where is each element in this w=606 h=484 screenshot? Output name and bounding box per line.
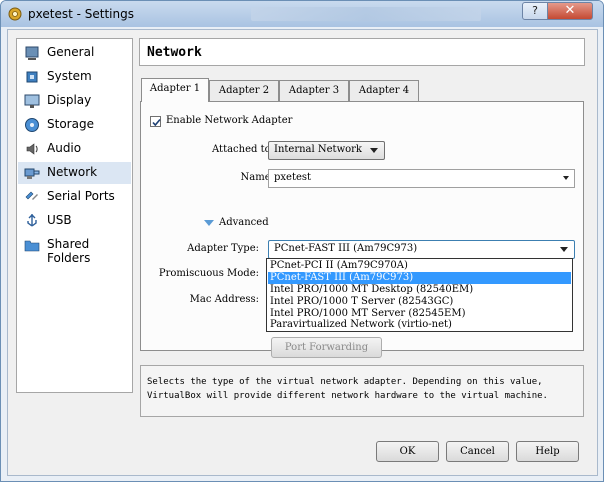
enable-adapter-label: Enable Network Adapter [166,115,293,126]
sidebar-item-storage[interactable]: Storage [18,114,131,136]
sidebar-item-label: General [47,45,95,59]
name-label: Name: [240,172,274,183]
attached-to-select[interactable]: Internal Network [268,141,385,160]
name-value: pxetest [274,172,312,183]
settings-window: pxetest - Settings ? ✕ General System Di… [0,0,604,482]
chevron-down-icon [370,148,378,153]
promiscuous-mode-label: Promiscuous Mode: [158,268,259,279]
network-page: Network Adapter 1 Adapter 2 Adapter 3 Ad… [139,38,586,462]
sidebar-item-label: Serial Ports [47,189,115,203]
general-icon [25,46,39,60]
dropdown-option[interactable]: Intel PRO/1000 MT Desktop (82540EM) [268,284,571,296]
help-title-button[interactable]: ? [522,2,548,20]
tab-adapter-2[interactable]: Adapter 2 [209,80,279,101]
attached-to-value: Internal Network [274,144,362,155]
advanced-expand-icon[interactable] [203,218,215,228]
advanced-toggle-label[interactable]: Advanced [219,217,269,228]
adapter-type-select[interactable]: PCnet-FAST III (Am79C973) [268,240,575,259]
storage-icon [25,118,39,132]
window-title: pxetest - Settings [28,7,134,21]
help-button[interactable]: Help [516,441,579,462]
description-box: Selects the type of the virtual network … [140,365,584,417]
sidebar-item-label: Display [47,93,92,107]
sidebar-item-general[interactable]: General [18,42,131,64]
serial-ports-icon [25,191,38,200]
sidebar-item-system[interactable]: System [18,66,131,88]
dropdown-option[interactable]: Intel PRO/1000 T Server (82543GC) [268,296,571,308]
page-title-box: Network [139,38,585,66]
dropdown-option[interactable]: PCnet-PCI II (Am79C970A) [268,260,571,272]
dropdown-option-selected[interactable]: PCnet-FAST III (Am79C973) [268,272,571,284]
close-button[interactable]: ✕ [547,2,593,20]
chevron-down-icon [563,176,569,180]
sidebar-item-serial-ports[interactable]: Serial Ports [18,186,131,208]
tab-adapter-3[interactable]: Adapter 3 [279,80,349,101]
audio-icon [26,143,38,155]
settings-client-area: General System Display Storage Audio Net… [7,29,598,476]
enable-adapter-checkbox[interactable] [150,116,161,127]
checkmark-icon [152,118,161,127]
name-combo[interactable]: pxetest [268,169,575,188]
network-icon [24,168,40,179]
sidebar-item-label: System [47,69,92,83]
sidebar-item-network[interactable]: Network [18,162,131,184]
dropdown-option[interactable]: Paravirtualized Network (virtio-net) [268,319,571,331]
usb-icon [27,214,37,227]
adapter-type-value: PCnet-FAST III (Am79C973) [274,243,418,254]
tab-adapter-4[interactable]: Adapter 4 [349,80,419,101]
mac-address-label: Mac Address: [189,294,259,305]
sidebar-item-display[interactable]: Display [18,90,131,112]
blurred-background-area [251,7,481,21]
tab-adapter-1[interactable]: Adapter 1 [141,78,209,102]
title-bar[interactable]: pxetest - Settings ? ✕ [1,1,603,27]
adapter-type-dropdown-list: PCnet-PCI II (Am79C970A) PCnet-FAST III … [266,258,573,332]
settings-gear-icon [8,7,22,21]
sidebar-item-label: Storage [47,117,94,131]
port-forwarding-button[interactable]: Port Forwarding [271,337,382,358]
sidebar-item-usb[interactable]: USB [18,210,131,232]
sidebar-item-label: USB [47,213,72,227]
attached-to-label: Attached to: [212,144,274,155]
page-title: Network [147,45,202,60]
chevron-down-icon [560,247,568,252]
adapter-type-label: Adapter Type: [187,243,259,254]
sidebar-item-label: Network [47,165,98,179]
settings-sidebar: General System Display Storage Audio Net… [16,38,133,393]
ok-button[interactable]: OK [376,441,439,462]
display-icon [24,94,40,108]
sidebar-item-label: Audio [47,141,82,155]
system-icon [26,71,38,83]
description-text: Selects the type of the virtual network … [147,377,548,401]
shared-folders-icon [24,240,40,252]
sidebar-item-audio[interactable]: Audio [18,138,131,160]
cancel-button[interactable]: Cancel [446,441,509,462]
